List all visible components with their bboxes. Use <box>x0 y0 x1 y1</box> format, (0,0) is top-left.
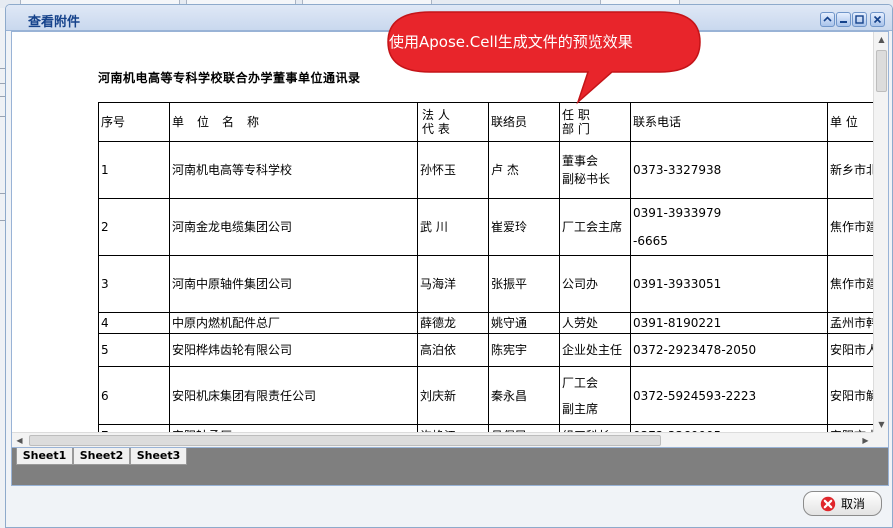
header-unit: 单位名称 <box>169 102 418 142</box>
table-row: 5 安阳桦炜齿轮有限公司 高泊依 陈宪宇 企业处主任 0372-2923478-… <box>98 333 888 367</box>
scrollbar-corner <box>873 432 888 447</box>
cell-unit: 安阳桦炜齿轮有限公司 <box>169 333 418 367</box>
close-icon[interactable] <box>870 12 885 27</box>
cell-role: 企业处主任 <box>559 333 631 367</box>
cell-unit: 河南金龙电缆集团公司 <box>169 198 418 256</box>
cell-contact: 姚守通 <box>488 312 560 334</box>
cell-legal: 刘庆新 <box>417 366 489 425</box>
cell-unit: 河南机电高等专科学校 <box>169 141 418 199</box>
sheet-tab-2[interactable]: Sheet2 <box>73 448 130 465</box>
cancel-button[interactable]: 取消 <box>803 491 882 516</box>
cell-contact: 崔爱玲 <box>488 198 560 256</box>
document-title: 河南机电高等专科学校联合办学董事单位通讯录 <box>98 71 361 85</box>
scroll-left-icon[interactable]: ◀ <box>12 433 27 447</box>
maximize-icon[interactable] <box>852 12 867 27</box>
minimize-icon[interactable] <box>820 12 835 27</box>
sheet-tab-3[interactable]: Sheet3 <box>130 448 187 465</box>
cell-seq: 3 <box>98 255 170 313</box>
dialog-title: 查看附件 <box>28 15 81 30</box>
cell-role: 厂工会主席 <box>559 198 631 256</box>
cell-legal: 武 川 <box>417 198 489 256</box>
cell-contact: 秦永昌 <box>488 366 560 425</box>
table-header-row: 序号 单位名称 法 人代 表 联络员 任 职部 门 联系电话 单 位 <box>98 102 888 142</box>
header-seq: 序号 <box>98 102 170 142</box>
header-role: 任 职部 门 <box>559 102 631 142</box>
cell-phone: 0372-2923478-2050 <box>630 333 828 367</box>
header-phone: 联系电话 <box>630 102 828 142</box>
cell-role: 董事会 副秘书长 <box>559 141 631 199</box>
table-row: 1 河南机电高等专科学校 孙怀玉 卢 杰 董事会 副秘书长 0373-332793… <box>98 141 888 199</box>
cell-contact: 卢 杰 <box>488 141 560 199</box>
annotation-callout-text: 使用Apose.Cell生成文件的预览效果 <box>389 33 633 51</box>
contacts-table: 序号 单位名称 法 人代 表 联络员 任 职部 门 联系电话 单 位 1 河南机… <box>98 102 888 447</box>
cell-role: 公司办 <box>559 255 631 313</box>
cell-seq: 1 <box>98 141 170 199</box>
horizontal-scroll-thumb[interactable] <box>29 435 661 446</box>
table-row: 6 安阳机床集团有限责任公司 刘庆新 秦永昌 厂工会 副主席 0372-59245… <box>98 366 888 425</box>
table-row: 4 中原内燃机配件总厂 薛德龙 姚守通 人劳处 0391-8190221 孟州市… <box>98 312 888 334</box>
cell-seq: 5 <box>98 333 170 367</box>
vertical-scrollbar[interactable]: ▲ ▼ <box>873 32 888 432</box>
cell-unit: 河南中原轴件集团公司 <box>169 255 418 313</box>
restore-icon[interactable] <box>836 12 851 27</box>
spreadsheet-preview[interactable]: 河南机电高等专科学校联合办学董事单位通讯录 序号 单位名称 法 人代 表 联络员… <box>11 31 889 448</box>
cell-phone: 0391-3933051 <box>630 255 828 313</box>
cell-legal: 薛德龙 <box>417 312 489 334</box>
dialog-titlebar[interactable]: 查看附件 <box>6 5 892 31</box>
scroll-right-icon[interactable]: ▶ <box>858 433 873 447</box>
cell-seq: 6 <box>98 366 170 425</box>
scroll-down-icon[interactable]: ▼ <box>874 417 888 432</box>
header-contact: 联络员 <box>488 102 560 142</box>
cell-legal: 马海洋 <box>417 255 489 313</box>
cell-seq: 2 <box>98 198 170 256</box>
cell-legal: 高泊依 <box>417 333 489 367</box>
cell-contact: 张振平 <box>488 255 560 313</box>
scroll-up-icon[interactable]: ▲ <box>874 32 888 47</box>
horizontal-scrollbar[interactable]: ◀ ▶ <box>12 432 873 447</box>
cell-contact: 陈宪宇 <box>488 333 560 367</box>
cell-unit: 中原内燃机配件总厂 <box>169 312 418 334</box>
cell-legal: 孙怀玉 <box>417 141 489 199</box>
attachment-viewer-dialog: 查看附件 河南机电高等专科学校联合办学董事单位通讯录 序号 单位名称 法 人代 <box>5 4 893 528</box>
cell-role: 人劳处 <box>559 312 631 334</box>
cancel-button-label: 取消 <box>840 497 865 511</box>
sheet-tabs-bar: Sheet1 Sheet2 Sheet3 <box>11 448 889 486</box>
red-x-icon <box>820 496 836 511</box>
cell-unit: 安阳机床集团有限责任公司 <box>169 366 418 425</box>
cell-phone: 0391-8190221 <box>630 312 828 334</box>
cell-phone: 0372-5924593-2223 <box>630 366 828 425</box>
cell-role: 厂工会 副主席 <box>559 366 631 425</box>
table-row: 3 河南中原轴件集团公司 马海洋 张振平 公司办 0391-3933051 焦作… <box>98 255 888 313</box>
sheet-tab-1[interactable]: Sheet1 <box>16 448 73 465</box>
cell-phone: 0391-3933979 -6665 <box>630 198 828 256</box>
table-row: 2 河南金龙电缆集团公司 武 川 崔爱玲 厂工会主席 0391-3933979-… <box>98 198 888 256</box>
vertical-scroll-thumb[interactable] <box>876 50 887 92</box>
header-legal: 法 人代 表 <box>417 102 489 142</box>
cell-phone: 0373-3327938 <box>630 141 828 199</box>
cell-seq: 4 <box>98 312 170 334</box>
